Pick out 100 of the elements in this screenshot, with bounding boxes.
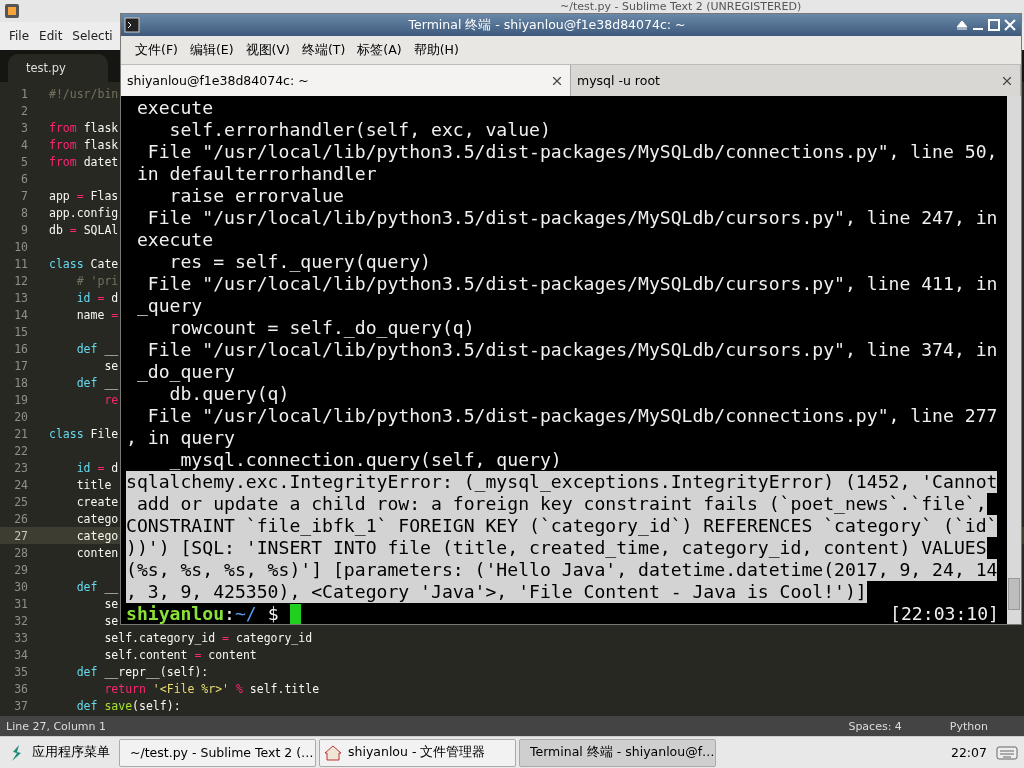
code-line: app = Flas: [49, 188, 119, 203]
menu-item[interactable]: Edit: [34, 29, 68, 43]
line-number: 23: [13, 460, 28, 475]
terminal-line: File "/usr/local/lib/python3.5/dist-packages/MySQLdb/cursors.py", line 374, in: [146, 339, 998, 361]
code-line: id = d: [75, 290, 119, 305]
close-icon[interactable]: [1002, 17, 1018, 33]
line-number: 34: [13, 647, 28, 662]
line-number: 12: [13, 273, 28, 288]
menu-item[interactable]: File: [4, 29, 35, 43]
home-icon: [324, 744, 342, 761]
terminal-line: _do_query: [135, 361, 235, 383]
line-number: 1: [20, 86, 28, 101]
terminal-line: db.query(q): [168, 383, 290, 405]
terminal-tab[interactable]: shiyanlou@f1e38d84074c: ~: [121, 65, 571, 96]
syntax-setting[interactable]: Python: [949, 719, 988, 733]
editor-app-icon: [4, 3, 20, 19]
line-number: 3: [20, 120, 28, 135]
code-line: se: [103, 596, 119, 611]
line-number: 16: [13, 341, 28, 356]
code-line: title: [75, 477, 112, 492]
code-line: def __: [75, 375, 119, 390]
terminal-line: raise errorvalue: [168, 185, 344, 207]
line-number: 18: [13, 375, 28, 390]
terminal-line: in defaulterrorhandler: [135, 163, 377, 185]
maximize-icon[interactable]: [986, 17, 1002, 33]
terminal-line: , in query: [126, 427, 235, 449]
terminal-line: self.errorhandler(self, exc, value): [168, 119, 551, 141]
code-line: from flask: [49, 120, 119, 135]
menu-item[interactable]: Selecti: [67, 29, 118, 43]
menu-item[interactable]: 终端(T): [295, 41, 352, 59]
cursor-position: Line 27, Column 1: [6, 719, 107, 733]
code-line: re: [103, 392, 119, 407]
code-line: def __: [75, 579, 119, 594]
code-line: # 'pri: [75, 273, 119, 288]
taskbar-button[interactable]: ~/test.py - Sublime Text 2 (…: [119, 738, 316, 767]
code-line: app.config: [49, 205, 119, 220]
menu-item[interactable]: 标签(A): [351, 41, 408, 59]
terminal-tab[interactable]: mysql -u root: [571, 65, 1021, 96]
code-line: name =: [75, 307, 119, 322]
code-line: se: [103, 358, 119, 373]
scrollbar[interactable]: [1007, 96, 1021, 624]
taskbar-button[interactable]: Terminal 终端 - shiyanlou@f…: [519, 738, 716, 767]
terminal-line: res = self._query(query): [168, 251, 431, 273]
terminal-line: File "/usr/local/lib/python3.5/dist-packages/MySQLdb/cursors.py", line 247, in: [146, 207, 998, 229]
terminal-line: execute: [135, 229, 214, 251]
terminal-line: File "/usr/local/lib/python3.5/dist-packages/MySQLdb/connections.py", line 50,: [146, 141, 998, 163]
text-cursor: [289, 603, 301, 624]
line-number: 10: [13, 239, 28, 254]
line-number: 11: [13, 256, 28, 271]
line-number: 25: [13, 494, 28, 509]
code-line: id = d: [75, 460, 119, 475]
line-number: 5: [20, 154, 28, 169]
file-tab[interactable]: test.py: [8, 54, 108, 82]
terminal-icon: [124, 17, 140, 33]
code-line: def __repr__(self):: [75, 664, 209, 679]
code-line: class File: [49, 426, 119, 441]
terminal-line: _query: [135, 295, 203, 317]
code-line: db = SQLAl: [49, 222, 119, 237]
keyboard-icon: [996, 744, 1018, 761]
line-number: 13: [13, 290, 28, 305]
line-number: 7: [20, 188, 28, 203]
line-number: 4: [20, 137, 28, 152]
terminal-line: rowcount = self._do_query(q): [168, 317, 475, 339]
code-line: class Cate: [49, 256, 119, 271]
prompt-time: [22:03:10]: [890, 603, 999, 624]
line-number: 8: [20, 205, 28, 220]
line-number: 37: [13, 698, 28, 713]
code-line: conten: [75, 545, 119, 560]
line-number: 30: [13, 579, 28, 594]
terminal-line: _mysql.connection.query(self, query): [168, 449, 562, 471]
menu-item[interactable]: 视图(V): [239, 41, 296, 59]
shell-prompt: shiyanlou:~/ $: [126, 603, 279, 624]
line-number: 19: [13, 392, 28, 407]
code-line: #!/usr/bin: [49, 86, 119, 101]
line-number: 27: [13, 528, 28, 543]
taskbar-button[interactable]: shiyanlou - 文件管理器: [319, 738, 516, 767]
clock: 22:07: [950, 745, 987, 760]
code-line: from flask: [49, 137, 119, 152]
code-line: def __: [75, 341, 119, 356]
indentation-setting[interactable]: Spaces: 4: [848, 719, 902, 733]
code-line: from datet: [49, 154, 119, 169]
code-line: create: [75, 494, 119, 509]
line-number: 21: [13, 426, 28, 441]
line-number: 20: [13, 409, 28, 424]
start-menu-button[interactable]: 应用程序菜单: [4, 738, 116, 767]
line-number: 31: [13, 596, 28, 611]
menu-item[interactable]: 编辑(E): [183, 41, 240, 59]
menu-item[interactable]: 文件(F): [129, 41, 184, 59]
code-line: return '<File %r>' % self.title: [103, 681, 320, 696]
code-line: self.category_id = category_id: [103, 630, 313, 645]
tab-label: shiyanlou@f1e38d84074c: ~: [127, 73, 309, 88]
line-number: 29: [13, 562, 28, 577]
code-line: def save(self):: [75, 698, 181, 713]
code-line: catego: [75, 511, 119, 526]
code-line: se: [103, 613, 119, 628]
menu-item[interactable]: 帮助(H): [407, 41, 465, 59]
terminal-line: File "/usr/local/lib/python3.5/dist-packages/MySQLdb/connections.py", line 277: [146, 405, 998, 427]
terminal-line: execute: [135, 97, 214, 119]
line-number: 6: [20, 171, 28, 186]
window-title: Terminal 终端 - shiyanlou@f1e38d84074c: ~: [407, 16, 687, 34]
